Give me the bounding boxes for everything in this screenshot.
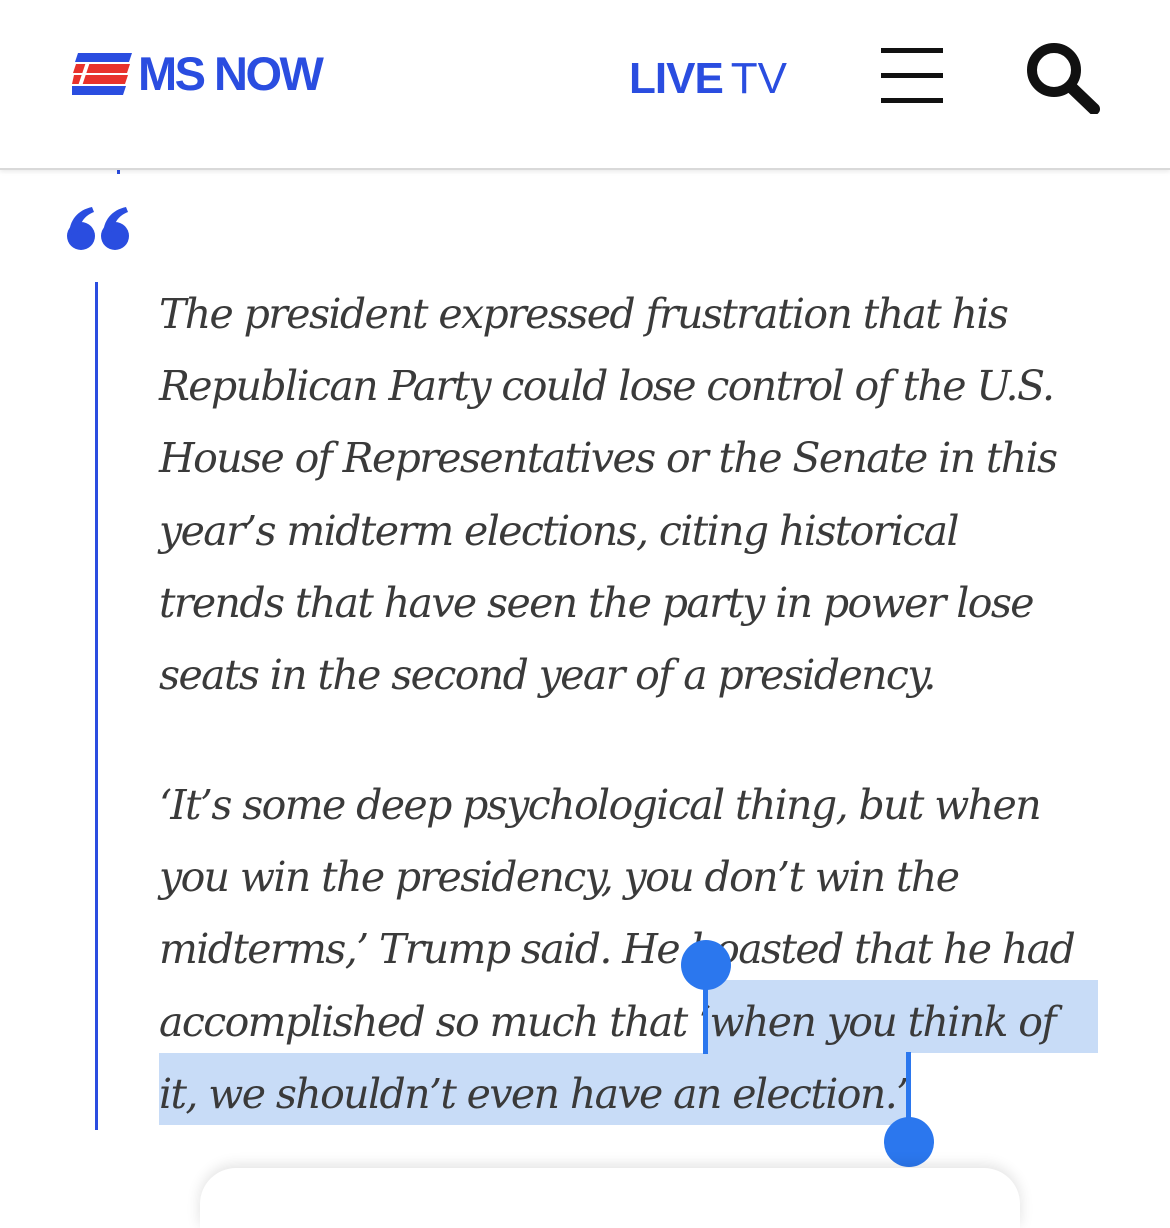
site-header: MS NOW LIVE TV <box>0 0 1170 170</box>
hamburger-menu-icon[interactable] <box>881 48 943 104</box>
search-icon[interactable] <box>1024 40 1100 115</box>
logo-wordmark: MS NOW <box>138 47 324 100</box>
blockquote-border <box>95 282 98 1130</box>
quote-line: The president expressed frustration that… <box>159 290 1009 338</box>
quote-line: Republican Party could lose control of t… <box>159 362 1055 411</box>
quote-line: midterms,’ Trump said. He boasted that h… <box>159 925 1076 974</box>
quote-line: seats in the second year of a presidency… <box>159 651 936 700</box>
ms-now-logo[interactable]: MS NOW <box>72 47 324 100</box>
quote-line: accomplished so much that ‘when you thin… <box>159 997 1057 1046</box>
quote-line: trends that have seen the party in power… <box>159 578 1035 627</box>
tv-label: TV <box>730 54 788 103</box>
quote-line: ‘It’s some deep psychological thing, but… <box>159 781 1042 829</box>
quote-paragraph-1: The president expressed frustration that… <box>159 278 1119 711</box>
quote-mark-icon <box>66 206 132 257</box>
menu-bar-top <box>881 48 943 53</box>
magnifier-graphic <box>1027 43 1100 115</box>
bottom-sheet-edge <box>200 1168 1020 1228</box>
selection-end-handle[interactable] <box>884 1117 934 1167</box>
quote-line: it, we shouldn’t even have an election.’ <box>159 1069 909 1118</box>
live-label: LIVE <box>629 54 724 103</box>
quote-line: House of Representatives or the Senate i… <box>159 434 1058 483</box>
quote-line: you win the presidency, you don’t win th… <box>159 853 960 902</box>
flag-logo-icon <box>72 53 132 95</box>
selection-start-handle[interactable] <box>681 940 731 990</box>
quote-line: year’s midterm elections, citing histori… <box>159 506 960 555</box>
menu-bar-bottom <box>881 98 943 103</box>
quote-paragraph-2: ‘It’s some deep psychological thing, but… <box>159 769 1119 1130</box>
menu-bar-middle <box>881 73 943 78</box>
live-tv-link[interactable]: LIVE TV <box>629 54 787 104</box>
